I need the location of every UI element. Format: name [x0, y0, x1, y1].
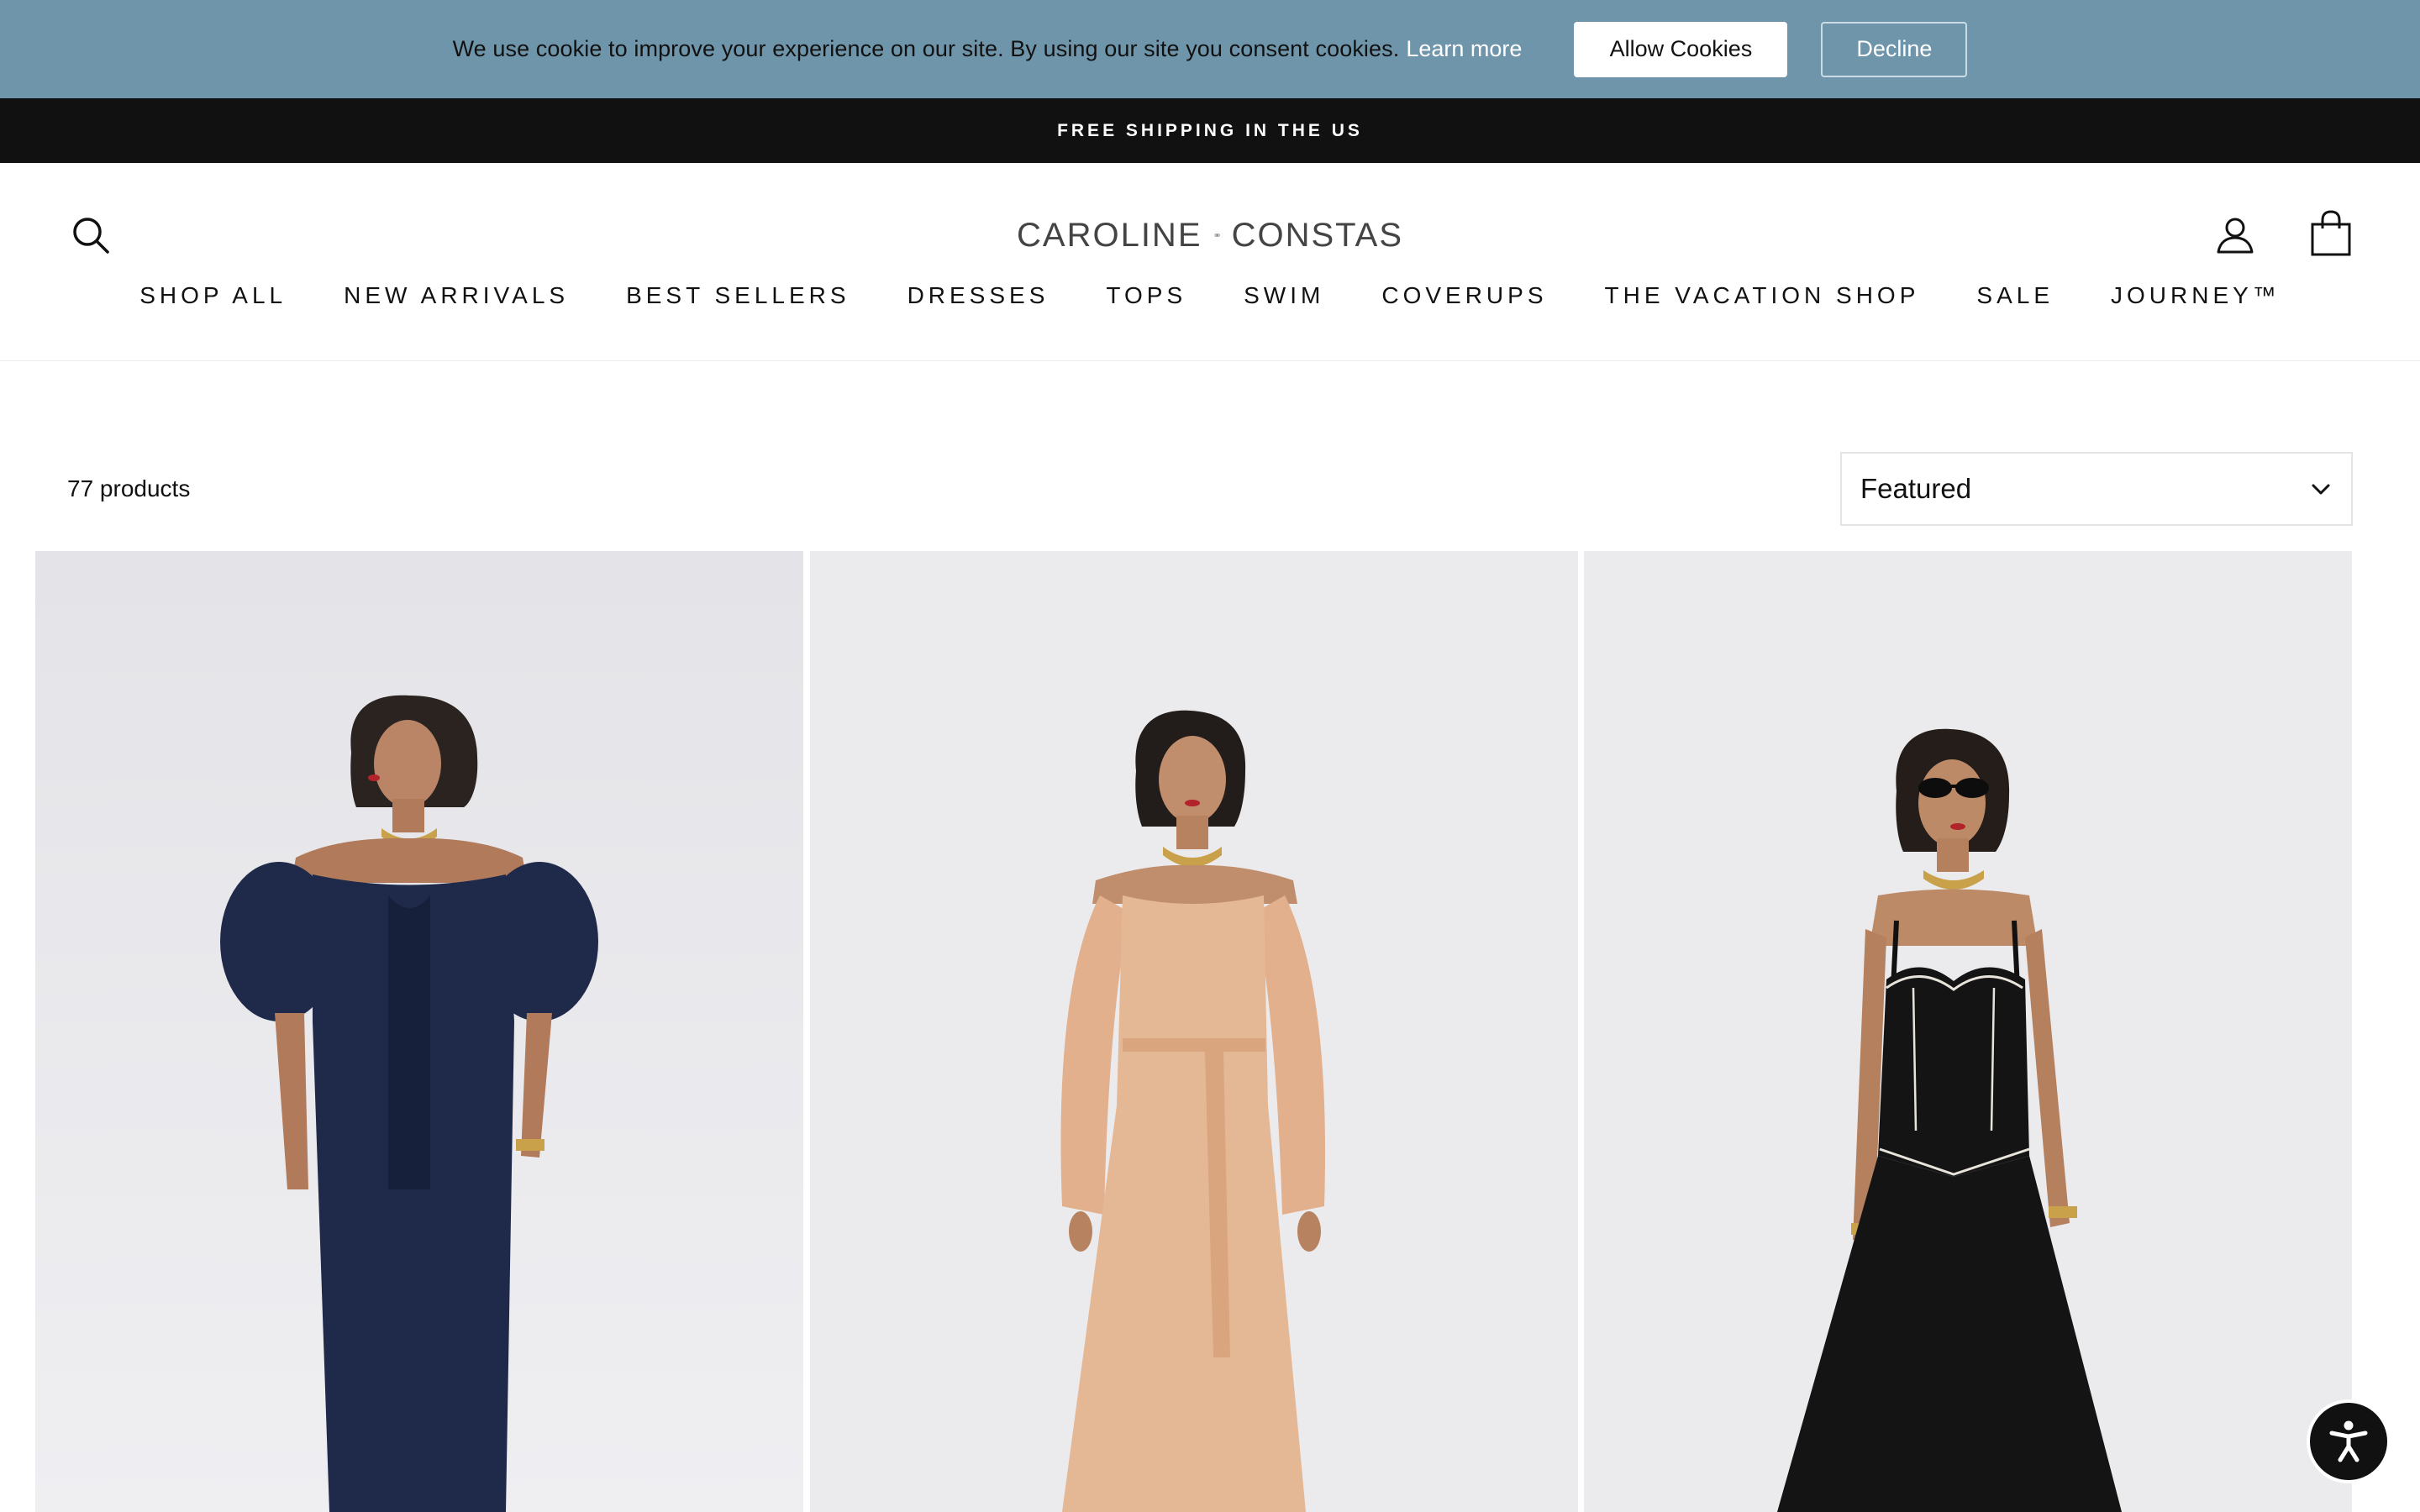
nav-coverups[interactable]: COVERUPS	[1381, 282, 1547, 309]
nav-sale[interactable]: SALE	[1976, 282, 2054, 309]
nav-journey[interactable]: JOURNEY™	[2111, 282, 2281, 309]
product-card[interactable]	[1584, 551, 2352, 1512]
announcement-bar: FREE SHIPPING IN THE US	[0, 98, 2420, 163]
product-grid	[35, 551, 2353, 1512]
main-nav: SHOP ALL NEW ARRIVALS BEST SELLERS DRESS…	[0, 277, 2420, 314]
nav-tops[interactable]: TOPS	[1106, 282, 1186, 309]
product-count: 77 products	[67, 475, 191, 501]
accessibility-figure-icon	[2329, 1420, 2368, 1462]
site-header: CAROLINE CONSTAS SHOP ALL NEW ARRIVALS B…	[0, 163, 2420, 361]
product-card[interactable]	[35, 551, 803, 1512]
product-image	[35, 551, 803, 1512]
cookie-banner: We use cookie to improve your experience…	[0, 0, 2420, 98]
logo-mark-icon	[1213, 234, 1220, 237]
nav-dresses[interactable]: DRESSES	[908, 282, 1050, 309]
product-image	[810, 551, 1578, 1512]
sort-selected-value: Featured	[1860, 473, 1972, 504]
allow-cookies-button[interactable]: Allow Cookies	[1574, 21, 1788, 77]
learn-more-link[interactable]: Learn more	[1406, 36, 1522, 62]
nav-shop-all[interactable]: SHOP ALL	[139, 282, 287, 309]
nav-new-arrivals[interactable]: NEW ARRIVALS	[344, 282, 569, 309]
product-card[interactable]	[810, 551, 1578, 1512]
announcement-text: FREE SHIPPING IN THE US	[1057, 120, 1363, 140]
logo-text-right: CONSTAS	[1231, 216, 1403, 254]
user-icon[interactable]	[2212, 212, 2259, 259]
nav-best-sellers[interactable]: BEST SELLERS	[626, 282, 850, 309]
decline-cookies-button[interactable]: Decline	[1821, 21, 1968, 77]
cookie-message: We use cookie to improve your experience…	[452, 36, 1400, 61]
nav-swim[interactable]: SWIM	[1244, 282, 1324, 309]
nav-vacation-shop[interactable]: THE VACATION SHOP	[1605, 282, 1920, 309]
accessibility-icon[interactable]	[2310, 1403, 2387, 1480]
search-icon[interactable]	[67, 212, 114, 259]
sort-select[interactable]: Featured	[1840, 452, 2353, 526]
chevron-down-icon	[2312, 484, 2330, 495]
shopping-bag-icon[interactable]	[2307, 208, 2354, 259]
logo-text-left: CAROLINE	[1017, 216, 1202, 254]
brand-logo[interactable]: CAROLINE CONSTAS	[1017, 212, 1403, 259]
product-image	[1584, 551, 2352, 1512]
